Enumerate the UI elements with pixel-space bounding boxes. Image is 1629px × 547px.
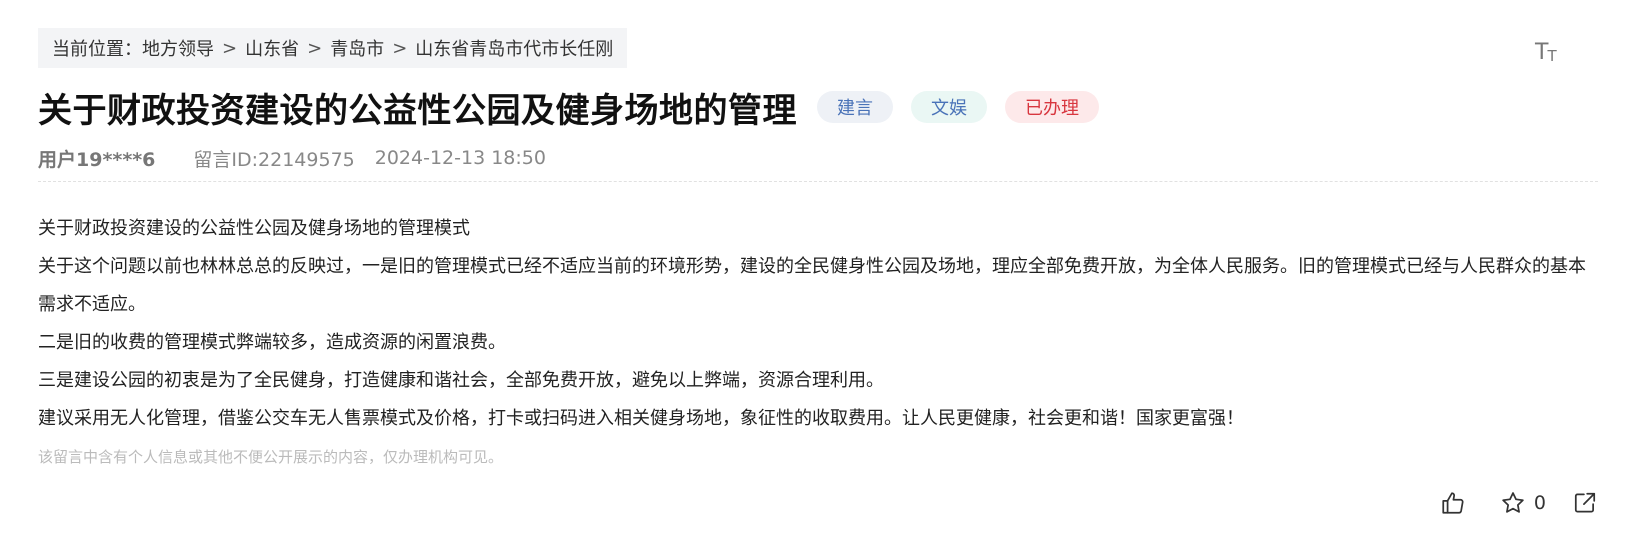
- breadcrumb-separator: >: [222, 37, 238, 59]
- breadcrumb-item-province[interactable]: 山东省: [245, 35, 299, 61]
- message-id: 留言ID:22149575: [193, 148, 355, 171]
- title-row: 关于财政投资建设的公益性公园及健身场地的管理 建言 文娱 已办理: [38, 82, 1099, 132]
- divider: [38, 181, 1598, 182]
- breadcrumb-item-local-leaders[interactable]: 地方领导: [142, 35, 214, 61]
- message-body: 关于财政投资建设的公益性公园及健身场地的管理模式 关于这个问题以前也林林总总的反…: [38, 210, 1598, 438]
- message-paragraph: 关于这个问题以前也林林总总的反映过，一是旧的管理模式已经不适应当前的环境形势，建…: [38, 256, 1586, 315]
- breadcrumb-item-leader[interactable]: 山东省青岛市代市长任刚: [415, 35, 613, 61]
- share-button[interactable]: [1572, 490, 1598, 516]
- message-meta: 用户19****6 留言ID:22149575 2024-12-13 18:50: [38, 143, 546, 173]
- breadcrumb-separator: >: [392, 37, 408, 59]
- author-name: 用户19****6: [38, 148, 156, 171]
- message-detail: 当前位置： 地方领导 > 山东省 > 青岛市 > 山东省青岛市代市长任刚 T T…: [38, 0, 1598, 547]
- message-paragraph: 关于财政投资建设的公益性公园及健身场地的管理模式: [38, 218, 470, 239]
- tag-type-badge: 建言: [817, 91, 893, 123]
- message-paragraph: 三是建设公园的初衷是为了全民健身，打造健康和谐社会，全部免费开放，避免以上弊端，…: [38, 370, 884, 391]
- message-title: 关于财政投资建设的公益性公园及健身场地的管理: [38, 90, 797, 131]
- text-size-small-glyph: T: [1547, 47, 1557, 65]
- thumbs-up-icon: [1440, 490, 1466, 516]
- breadcrumb-separator: >: [307, 37, 323, 59]
- like-button[interactable]: [1440, 490, 1466, 516]
- star-icon: [1500, 490, 1526, 516]
- text-size-icon[interactable]: T T: [1535, 38, 1557, 64]
- message-paragraph: 二是旧的收费的管理模式弊端较多，造成资源的闲置浪费。: [38, 332, 506, 353]
- share-icon: [1572, 490, 1598, 516]
- message-paragraph: 建议采用无人化管理，借鉴公交车无人售票模式及价格，打卡或扫码进入相关健身场地，象…: [38, 408, 1244, 429]
- breadcrumb: 当前位置： 地方领导 > 山东省 > 青岛市 > 山东省青岛市代市长任刚: [38, 28, 628, 68]
- privacy-note: 该留言中含有个人信息或其他不便公开展示的内容，仅办理机构可见。: [38, 448, 504, 466]
- status-badge: 已办理: [1005, 91, 1099, 123]
- tag-category-badge: 文娱: [911, 91, 987, 123]
- action-bar: 0: [1440, 485, 1598, 521]
- favorite-count: 0: [1533, 492, 1546, 514]
- favorite-button[interactable]: 0: [1500, 490, 1546, 516]
- message-datetime: 2024-12-13 18:50: [374, 147, 546, 169]
- breadcrumb-prefix: 当前位置：: [52, 39, 142, 60]
- breadcrumb-item-city[interactable]: 青岛市: [330, 35, 384, 61]
